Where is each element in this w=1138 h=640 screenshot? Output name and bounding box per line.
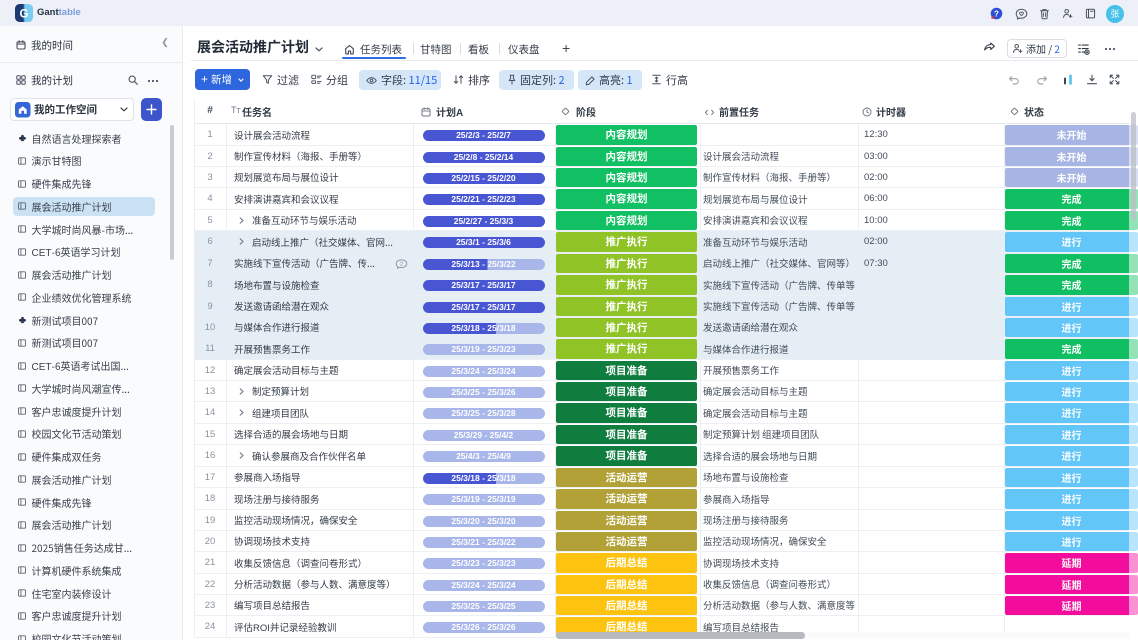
svg-text:?: ?	[994, 9, 999, 18]
svg-text:2: 2	[400, 262, 403, 268]
svg-text:G: G	[20, 8, 29, 20]
